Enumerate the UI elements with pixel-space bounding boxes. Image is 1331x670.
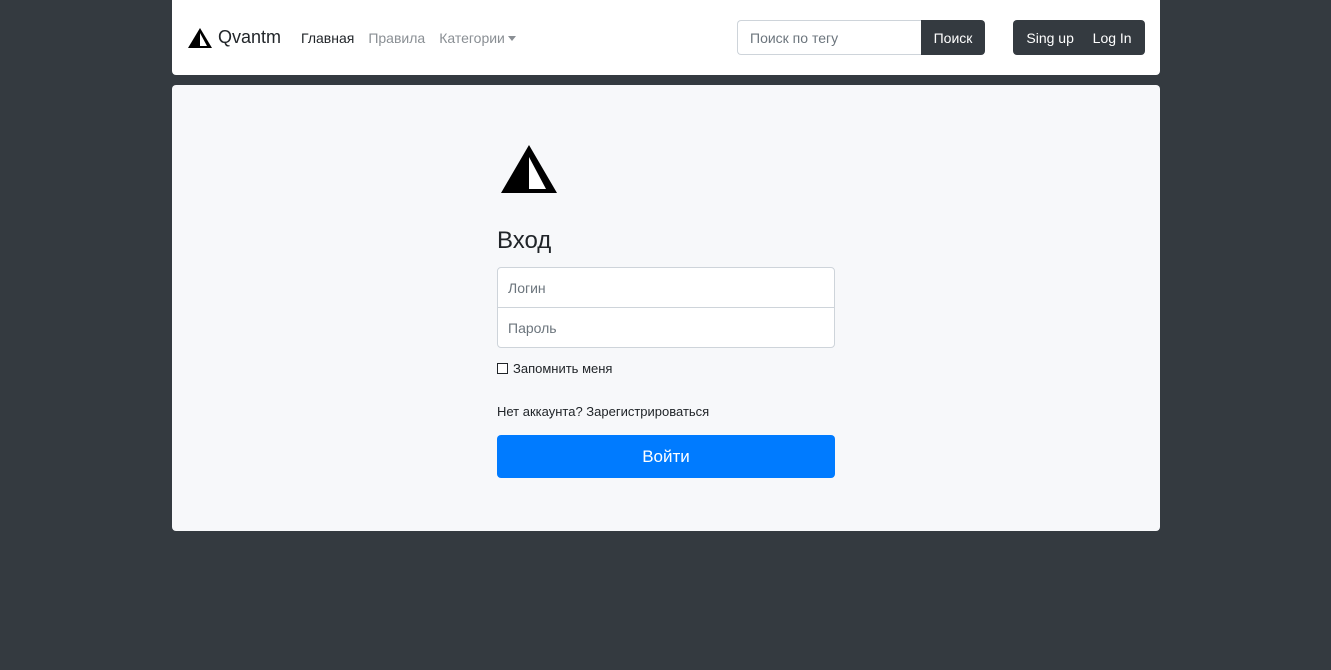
login-card: Вход Запомнить меня Нет аккаунта? Зареги… <box>172 85 1160 531</box>
search-form: Поиск <box>737 20 985 55</box>
triangle-logo-icon <box>188 27 212 48</box>
nav-item-categories-label: Категории <box>439 29 505 46</box>
remember-me-checkbox[interactable] <box>497 363 508 374</box>
submit-button[interactable]: Войти <box>497 435 835 478</box>
page: Qvantm Главная Правила Категории Поиск S… <box>0 0 1331 670</box>
remember-me-label: Запомнить меня <box>513 361 613 376</box>
auth-button-group: Sing up Log In <box>1013 20 1145 55</box>
brand-link[interactable]: Qvantm <box>188 27 281 48</box>
password-field[interactable] <box>497 307 835 348</box>
nav-item-categories-dropdown[interactable]: Категории <box>439 30 516 46</box>
register-link[interactable]: Нет аккаунта? Зарегистрироваться <box>497 404 709 419</box>
credentials-group <box>497 267 835 348</box>
brand-name: Qvantm <box>218 27 282 47</box>
remember-me[interactable]: Запомнить меня <box>497 361 612 376</box>
page-title: Вход <box>497 227 552 254</box>
triangle-logo-icon <box>501 145 557 193</box>
search-input[interactable] <box>737 20 921 55</box>
caret-down-icon <box>507 35 516 41</box>
signup-button[interactable]: Sing up <box>1026 30 1073 46</box>
nav-item-rules[interactable]: Правила <box>368 30 425 46</box>
main-nav: Главная Правила Категории <box>301 30 530 46</box>
navbar: Qvantm Главная Правила Категории Поиск S… <box>172 0 1160 75</box>
login-field[interactable] <box>497 267 835 308</box>
login-button[interactable]: Log In <box>1093 30 1132 46</box>
search-button[interactable]: Поиск <box>921 20 985 55</box>
nav-item-home[interactable]: Главная <box>301 30 354 46</box>
